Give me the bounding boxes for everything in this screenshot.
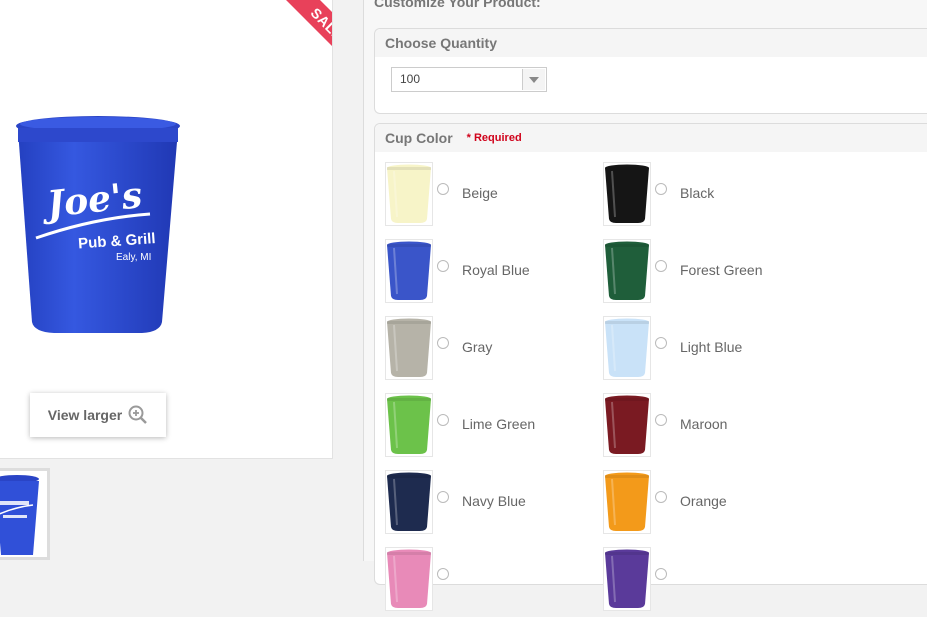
color-swatch-image[interactable] [385, 239, 433, 303]
color-radio[interactable] [655, 260, 667, 272]
product-main-image[interactable]: Joe's Pub & Grill Ealy, MI [14, 110, 184, 340]
quantity-box: Choose Quantity 100 [374, 28, 927, 114]
cup-color-box: Cup Color * Required Beige Black Royal Blu… [374, 123, 927, 611]
customize-section: Customize Your Product: Choose Quantity … [364, 0, 927, 611]
color-swatch-image[interactable] [385, 470, 433, 534]
color-option-label: Navy Blue [462, 493, 526, 509]
cup-color-header-label: Cup Color [385, 130, 453, 146]
color-radio[interactable] [437, 568, 449, 580]
color-radio[interactable] [655, 491, 667, 503]
view-larger-label: View larger [47, 407, 123, 423]
customize-title: Customize Your Product: [374, 0, 541, 10]
chevron-down-icon [522, 69, 545, 90]
color-option[interactable] [603, 547, 903, 617]
color-radio[interactable] [437, 260, 449, 272]
color-swatch-image[interactable] [385, 393, 433, 457]
color-swatch-image[interactable] [603, 547, 651, 611]
color-option-label: Black [680, 185, 715, 201]
cup-color-header: Cup Color * Required [375, 124, 927, 152]
color-radio[interactable] [437, 491, 449, 503]
sale-badge: SALE! [267, 0, 332, 88]
product-image-panel: SALE! Joe's Pub & Grill Ealy, MI View la… [0, 0, 333, 459]
color-swatch-image[interactable] [603, 239, 651, 303]
color-option-label: Orange [680, 493, 727, 509]
color-option-label: Lime Green [462, 416, 536, 432]
color-swatch-image[interactable] [385, 162, 433, 226]
color-radio[interactable] [655, 337, 667, 349]
color-swatch-image[interactable] [385, 316, 433, 380]
required-label: * Required [466, 132, 522, 144]
quantity-header: Choose Quantity [375, 29, 927, 57]
quantity-select-value: 100 [400, 72, 421, 86]
product-thumbnail[interactable] [0, 468, 50, 560]
color-swatch-image[interactable] [603, 316, 651, 380]
color-option[interactable]: Light Blue [603, 316, 903, 386]
color-option-label: Maroon [680, 416, 728, 432]
color-option[interactable]: Black [603, 162, 903, 232]
color-option-label: Forest Green [680, 262, 763, 278]
color-radio[interactable] [437, 414, 449, 426]
color-swatch-image[interactable] [385, 547, 433, 611]
color-option[interactable]: Orange [603, 470, 903, 540]
color-radio[interactable] [437, 183, 449, 195]
logo-location: Ealy, MI [116, 252, 151, 263]
color-option-label: Gray [462, 339, 493, 355]
view-larger-button[interactable]: View larger [30, 393, 166, 437]
zoom-in-icon [128, 405, 148, 424]
color-radio[interactable] [655, 568, 667, 580]
color-radio[interactable] [655, 414, 667, 426]
color-radio[interactable] [437, 337, 449, 349]
color-option-label: Beige [462, 185, 498, 201]
thumbnail-cup-image [0, 475, 39, 555]
color-option-label: Royal Blue [462, 262, 530, 278]
color-option[interactable]: Forest Green [603, 239, 903, 309]
color-option-label: Light Blue [680, 339, 743, 355]
color-radio[interactable] [655, 183, 667, 195]
color-swatch-image[interactable] [603, 393, 651, 457]
color-swatch-image[interactable] [603, 470, 651, 534]
quantity-select[interactable]: 100 [391, 67, 547, 92]
color-option[interactable]: Maroon [603, 393, 903, 463]
color-swatch-image[interactable] [603, 162, 651, 226]
